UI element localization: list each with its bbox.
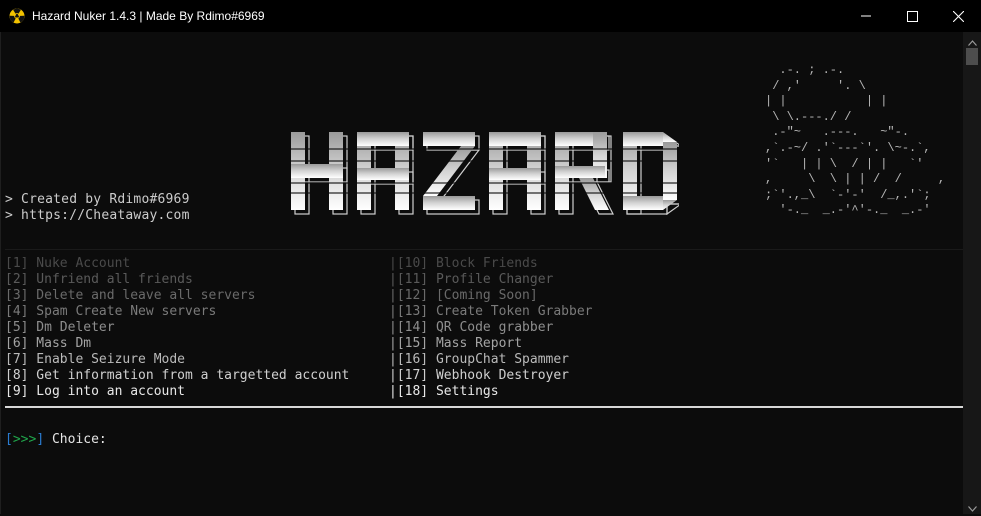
menu-item: |[15] Mass Report bbox=[389, 336, 523, 351]
ascii-art: .-. ; .-. / ,' '. \ | | | | \ \.---./ / … bbox=[765, 63, 946, 218]
vertical-scrollbar[interactable] bbox=[963, 32, 981, 514]
credit-line-author: > Created by Rdimo#6969 bbox=[5, 192, 190, 207]
menu-item: [5] Dm Deleter bbox=[5, 320, 115, 335]
menu-item: [4] Spam Create New servers bbox=[5, 304, 217, 319]
menu-item: |[14] QR Code grabber bbox=[389, 320, 554, 335]
menu-item: [9] Log into an account bbox=[5, 384, 186, 399]
menu-item: |[10] Block Friends bbox=[389, 256, 538, 271]
scroll-down-button[interactable] bbox=[963, 498, 981, 514]
maximize-icon bbox=[906, 10, 918, 22]
menu-item: |[17] Webhook Destroyer bbox=[389, 368, 570, 383]
separator-line bbox=[5, 406, 964, 408]
menu-left-column: [1] Nuke Account [2] Unfriend all friend… bbox=[5, 256, 349, 400]
separator-faint bbox=[5, 249, 964, 250]
scroll-up-button[interactable] bbox=[963, 32, 981, 48]
close-icon bbox=[952, 10, 964, 22]
window-title: Hazard Nuker 1.4.3 | Made By Rdimo#6969 bbox=[32, 9, 265, 23]
menu-item: [6] Mass Dm bbox=[5, 336, 92, 351]
prompt-label: Choice: bbox=[44, 432, 107, 447]
close-button[interactable] bbox=[935, 0, 981, 32]
chevron-up-icon bbox=[967, 31, 977, 50]
chevron-down-icon bbox=[967, 497, 977, 516]
choice-prompt[interactable]: [>>>] Choice: bbox=[5, 432, 107, 448]
menu-right-column: |[10] Block Friends |[11] Profile Change… bbox=[389, 256, 593, 400]
minimize-button[interactable] bbox=[843, 0, 889, 32]
prompt-arrows: >>> bbox=[12, 432, 37, 447]
menu-item: |[18] Settings bbox=[389, 384, 499, 399]
menu-item: |[11] Profile Changer bbox=[389, 272, 554, 287]
menu-item: [3] Delete and leave all servers bbox=[5, 288, 256, 303]
prompt-bracket-close: ] bbox=[36, 432, 45, 447]
menu-item: |[16] GroupChat Spammer bbox=[389, 352, 570, 367]
menu-item: |[12] [Coming Soon] bbox=[389, 288, 538, 303]
maximize-button[interactable] bbox=[889, 0, 935, 32]
prompt-bracket-open: [ bbox=[5, 432, 13, 447]
menu-item: [2] Unfriend all friends bbox=[5, 272, 193, 287]
console-output[interactable]: .-. ; .-. / ,' '. \ | | | | \ \.---./ / … bbox=[0, 32, 964, 514]
minimize-icon bbox=[861, 11, 871, 21]
hazard-logo bbox=[289, 132, 679, 215]
radiation-icon bbox=[9, 8, 25, 24]
title-bar[interactable]: Hazard Nuker 1.4.3 | Made By Rdimo#6969 bbox=[0, 0, 981, 32]
menu-item: |[13] Create Token Grabber bbox=[389, 304, 593, 319]
menu-item: [8] Get information from a targetted acc… bbox=[5, 368, 350, 383]
menu-item: [1] Nuke Account bbox=[5, 256, 131, 271]
menu-item: [7] Enable Seizure Mode bbox=[5, 352, 186, 367]
scroll-thumb[interactable] bbox=[966, 48, 978, 65]
credit-line-website: > https://Cheataway.com bbox=[5, 208, 190, 223]
